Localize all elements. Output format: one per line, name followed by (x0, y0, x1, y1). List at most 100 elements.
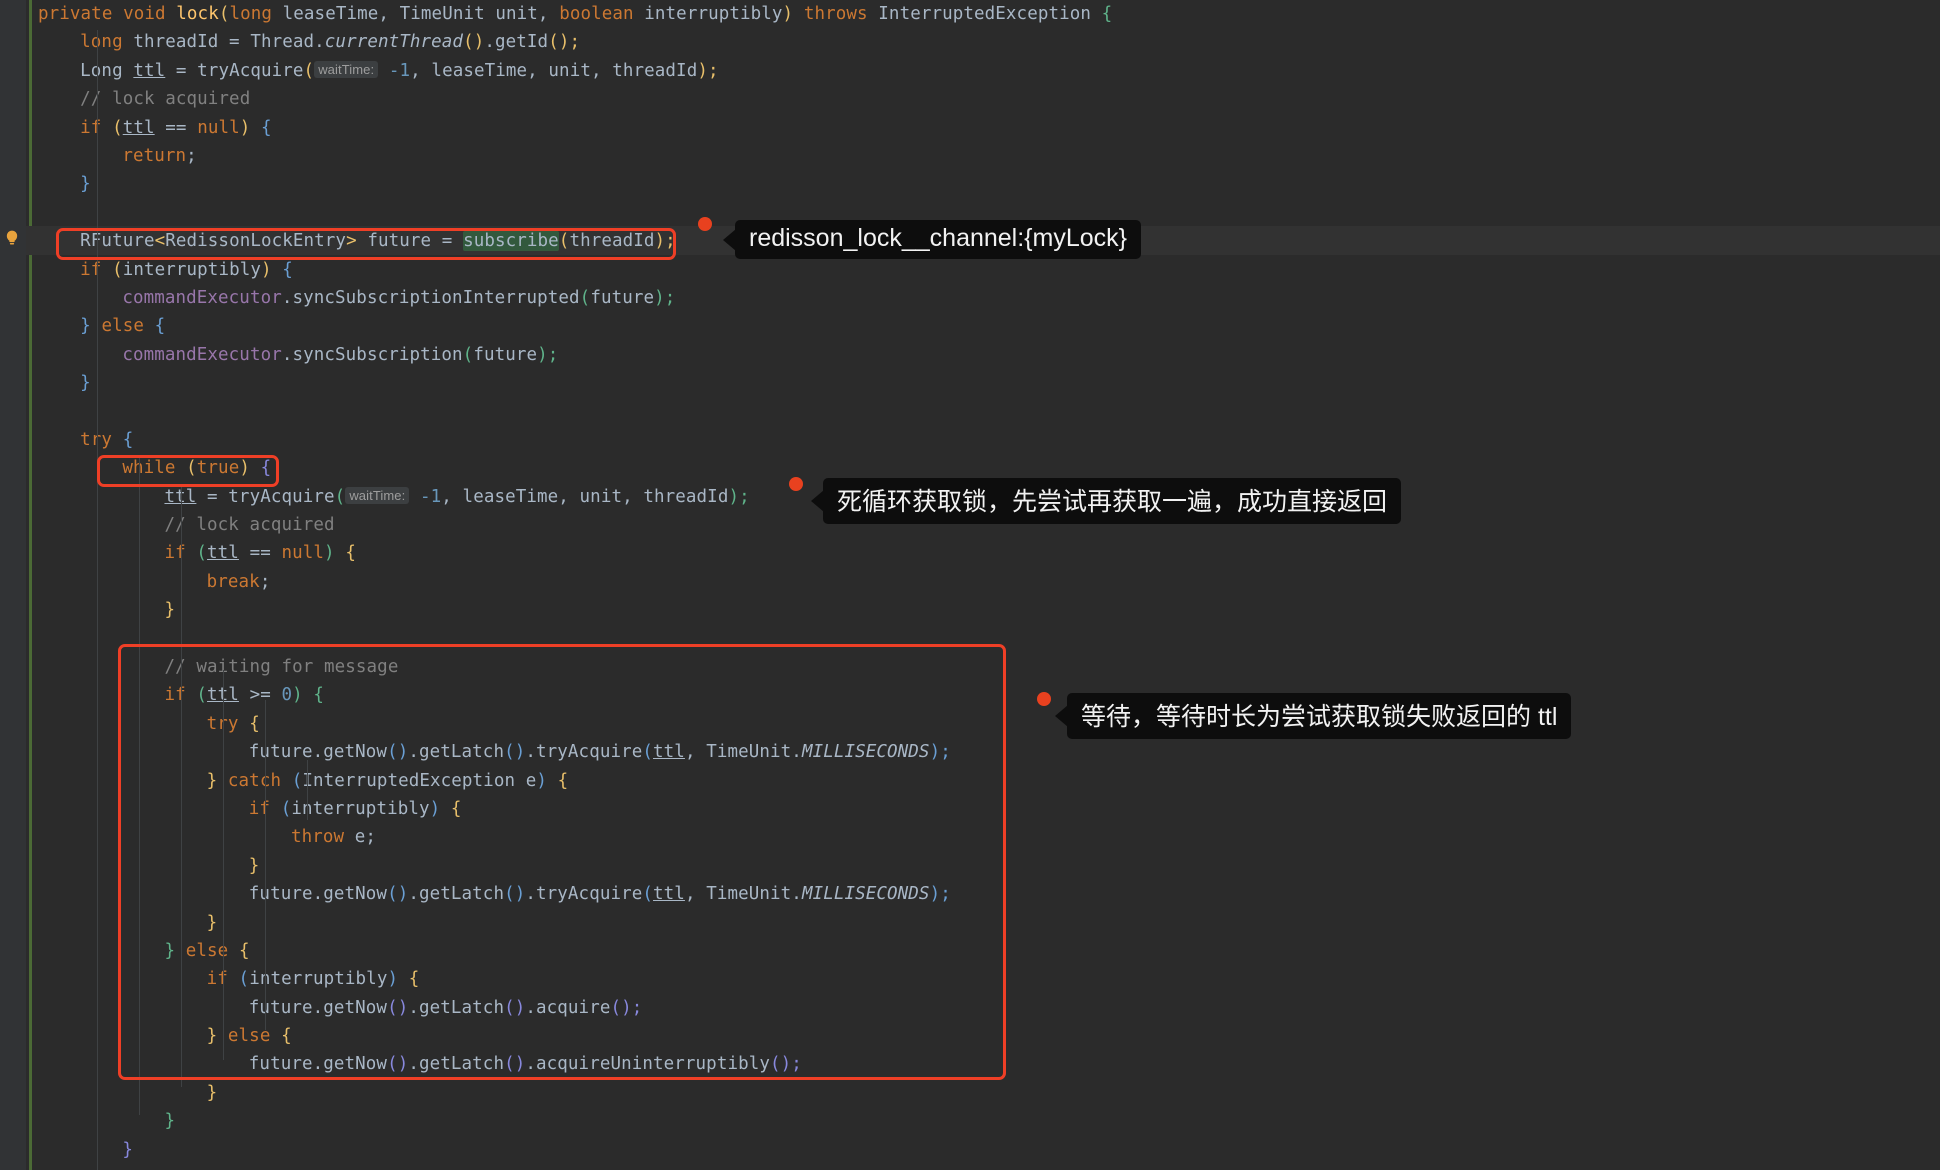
code-line: if (ttl == null) { (26, 114, 1940, 142)
code-token: -1 (420, 486, 442, 507)
code-token: while (122, 458, 176, 479)
code-token: e; (344, 827, 377, 848)
code-token: ttl (133, 60, 166, 81)
code-line: } (26, 170, 1940, 198)
code-token: // waiting for message (164, 656, 399, 677)
code-token: ; (664, 287, 676, 308)
code-token: interruptibly (291, 798, 430, 819)
code-token: interruptibly (122, 259, 261, 280)
code-content[interactable]: private void lock(long leaseTime, TimeUn… (26, 0, 1940, 1170)
code-token: future.getNow (248, 742, 388, 763)
code-token: commandExecutor (122, 344, 282, 365)
lightbulb-icon[interactable] (3, 229, 21, 247)
code-token: if (164, 543, 186, 564)
code-token: { (122, 429, 134, 450)
code-token: commandExecutor (122, 287, 282, 308)
code-token: < (154, 231, 166, 252)
code-token: } (80, 316, 91, 337)
code-token: else (185, 940, 229, 961)
callout-tail (811, 490, 824, 512)
code-token: long (80, 32, 123, 53)
code-token: interruptibly (633, 4, 783, 24)
code-token: ) (261, 259, 272, 280)
code-token: { (408, 969, 420, 990)
code-token: ) (728, 486, 740, 507)
code-token: ( (462, 344, 474, 365)
code-token: .acquireUninterruptibly (525, 1054, 771, 1075)
callout-tail (1055, 705, 1068, 727)
code-line: throw e; (26, 823, 1940, 851)
code-line: if (interruptibly) { (26, 795, 1940, 823)
code-token: () (387, 997, 409, 1018)
code-token: threadId = Thread. (122, 32, 325, 53)
code-line: } else { (26, 1022, 1940, 1050)
code-token: interruptibly (249, 969, 388, 990)
code-token: .tryAcquire (525, 884, 643, 905)
code-line: } (26, 909, 1940, 937)
code-token: () (463, 32, 485, 53)
code-token: ( (642, 742, 654, 763)
code-token: future = (356, 231, 464, 252)
code-token: () (387, 1054, 409, 1075)
editor-gutter[interactable] (0, 0, 26, 1170)
code-token: ; (631, 997, 643, 1018)
code-line: } (26, 1136, 1940, 1164)
code-line: long threadId = Thread.currentThread().g… (26, 28, 1940, 56)
code-token: = tryAcquire (196, 486, 335, 507)
code-token: { (282, 259, 293, 280)
code-line: } (26, 1079, 1940, 1107)
code-token: .syncSubscription (281, 344, 463, 365)
code-token: leaseTime, TimeUnit unit, (272, 4, 560, 24)
code-token: } (248, 855, 260, 876)
code-token: ( (303, 60, 315, 81)
code-token: void (123, 4, 166, 24)
code-token: } (164, 600, 176, 621)
code-token: ttl (122, 117, 155, 138)
code-token: future.getNow (248, 884, 388, 905)
code-token: () (504, 884, 526, 905)
code-line: } (26, 369, 1940, 397)
code-token: { (557, 770, 569, 791)
code-token: RFuture (80, 231, 155, 252)
code-token: .syncSubscriptionInterrupted (281, 287, 580, 308)
code-editor[interactable]: private void lock(long leaseTime, TimeUn… (0, 0, 1940, 1170)
code-token: > (346, 231, 357, 252)
code-token: InterruptedException e (302, 770, 537, 791)
code-token: .tryAcquire (525, 742, 643, 763)
annotation-text: 死循环获取锁，先尝试再获取一遍，成功直接返回 (837, 488, 1388, 516)
code-token: () (548, 32, 570, 53)
code-token: 0 (281, 685, 293, 706)
code-token: == (154, 117, 198, 138)
code-token: if (206, 969, 228, 990)
code-token: ( (280, 798, 292, 819)
code-token: } (206, 912, 218, 933)
code-token: if (164, 685, 186, 706)
code-token: { (260, 458, 272, 479)
code-token: ( (186, 458, 197, 479)
code-token: , TimeUnit. (684, 742, 802, 763)
code-token: MILLISECONDS (801, 884, 930, 905)
code-token: if (248, 798, 271, 819)
code-line: private void lock(long leaseTime, TimeUn… (26, 0, 1940, 28)
indent-guide (265, 700, 266, 1030)
code-token: Long (80, 60, 134, 81)
annotation-dot-1 (698, 217, 712, 231)
code-line: } (26, 596, 1940, 624)
code-token: ; (186, 145, 197, 166)
annotation-subscribe-channel: redisson_lock__channel:{myLock} (723, 220, 1142, 259)
code-line: future.getNow().getLatch().tryAcquire(tt… (26, 880, 1940, 908)
code-line: if (interruptibly) { (26, 256, 1940, 284)
code-token: future.getNow (248, 997, 388, 1018)
